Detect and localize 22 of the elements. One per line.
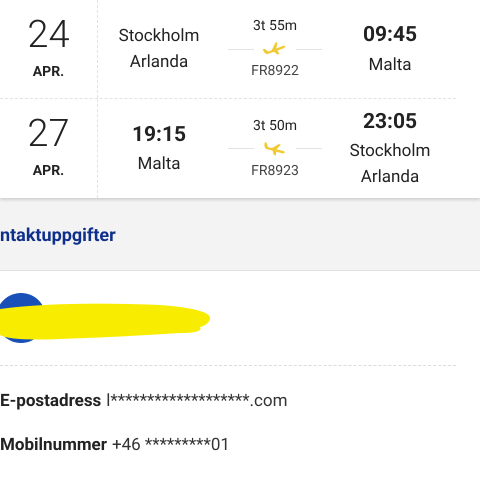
flight-duration: 3t 55m <box>253 17 297 36</box>
section-heading: ntaktuppgifter <box>0 224 116 248</box>
flight-number: FR8922 <box>251 62 299 81</box>
arrival-time: 23:05 <box>362 108 418 136</box>
flight-duration: 3t 50m <box>253 116 297 136</box>
date-day: 27 <box>27 115 70 153</box>
arrival-place: Malta <box>367 54 413 77</box>
arrival-time: 09:45 <box>362 22 418 50</box>
date-month: APR. <box>32 62 64 82</box>
departure-place: Malta <box>136 153 182 176</box>
flight-number: FR8923 <box>251 162 299 180</box>
field-label: E-postadress <box>0 390 102 413</box>
departure-time: 19:15 <box>132 122 186 149</box>
field-value: +46 *********01 <box>112 434 230 456</box>
airplane-icon <box>262 41 288 57</box>
departure-place: Stockholm Arlanda <box>118 25 200 74</box>
date-month: APR. <box>32 162 64 181</box>
field-value: l*******************.com <box>106 390 288 413</box>
airplane-icon <box>262 140 288 156</box>
field-label: Mobilnummer <box>0 434 107 456</box>
arrival-place: Stockholm Arlanda <box>348 140 432 190</box>
date-day: 24 <box>27 16 70 54</box>
